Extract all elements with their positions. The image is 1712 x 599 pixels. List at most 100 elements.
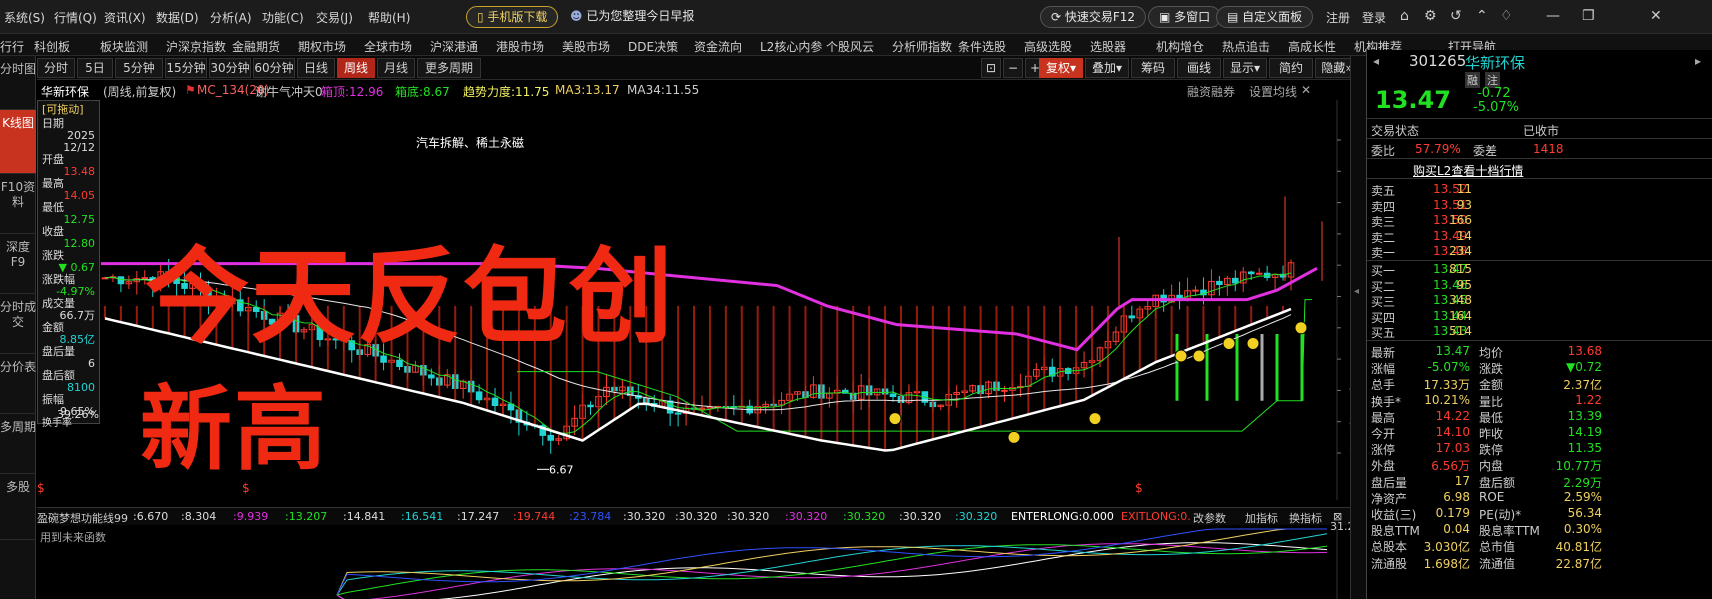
order-level-label: 买一 [1371,264,1396,278]
sub-ind-name[interactable]: 盈碗梦想功能线99 [37,510,128,526]
nav-item[interactable]: 资金流向 [694,38,742,55]
display-button[interactable]: 显示▾ [1223,58,1267,78]
sub-indicator-chart[interactable] [37,525,1484,599]
stat-label: 今开 [1371,427,1396,441]
period-5min[interactable]: 5分钟 [115,58,163,78]
diff-label: 委差 [1473,144,1498,158]
sub-v4: :13.207 [285,510,328,523]
crosshair-info-box[interactable]: [可拖动] 日期 2025 12/12 开盘 13.48 最高 14.05 最低… [37,100,100,429]
period-minute[interactable]: 分时 [37,58,75,78]
period-month[interactable]: 月线 [377,58,415,78]
menu-function[interactable]: 功能(C) [262,9,304,26]
quick-trade-button[interactable]: ⟳ 快速交易F12 [1040,6,1147,28]
menu-analysis[interactable]: 分析(A) [210,9,252,26]
menu-quote[interactable]: 行情(Q) [54,9,97,26]
rail-tab-price-table[interactable]: 分价表 [0,354,36,414]
period-5day[interactable]: 5日 [77,58,113,78]
period-day[interactable]: 日线 [297,58,335,78]
nav-item[interactable]: 沪深京指数 [166,38,226,55]
zoom-out-icon[interactable]: − [1003,58,1023,78]
nav-item[interactable]: 条件选股 [958,38,1006,55]
nav-item[interactable]: L2核心内参 [760,38,822,55]
ma-settings-link[interactable]: 设置均线 [1249,83,1297,100]
multi-window-button[interactable]: ▣ 多窗口 [1148,6,1222,28]
home-icon[interactable]: ⌂ [1400,8,1409,24]
nav-item[interactable]: 热点追击 [1222,38,1270,55]
close-label: 收盘 [42,225,64,238]
register-link[interactable]: 注册 [1326,9,1350,26]
nav-item[interactable]: 美股市场 [562,38,610,55]
rail-tab-f10[interactable]: F10资料 [0,174,36,234]
nav-item[interactable]: 板块监测 [100,38,148,55]
menu-info[interactable]: 资讯(X) [104,9,146,26]
nav-item[interactable]: 高成长性 [1288,38,1336,55]
low-value: 12.75 [63,213,96,226]
sub-series-line [336,544,1328,596]
rail-tab-kline[interactable]: K线图 [0,110,36,174]
nav-item[interactable]: 期权市场 [298,38,346,55]
nav-item[interactable]: 个股风云 [826,38,874,55]
close-value: 12.80 [63,237,96,250]
nav-item[interactable]: 行行 [0,38,24,55]
margin-trading-link[interactable]: 融资融券 [1187,83,1235,100]
rail-tab-trades[interactable]: 分时成交 [0,294,36,354]
chips-button[interactable]: 筹码 [1131,58,1175,78]
skin-icon[interactable]: ♢ [1500,8,1513,24]
rail-tab-minute[interactable]: 分时图 [0,56,36,110]
menu-help[interactable]: 帮助(H) [368,9,410,26]
rail-tab-depth[interactable]: 深度F9 [0,234,36,294]
rail-tab-multi-period[interactable]: 多周期 [0,414,36,474]
nav-item[interactable]: 港股市场 [496,38,544,55]
simple-button[interactable]: 简约 [1269,58,1313,78]
menu-data[interactable]: 数据(D) [156,9,199,26]
restore-rights-button[interactable]: 复权▾ [1039,58,1083,78]
modify-params-link[interactable]: 改参数 [1193,510,1226,526]
rail-tab-multi-stock[interactable]: 多股 [0,474,36,540]
stat-label: 昨收 [1479,427,1504,441]
flag-icon: ⚑ [185,83,196,97]
draw-button[interactable]: 画线 [1177,58,1221,78]
close-indicator-icon[interactable]: ✕ [1301,83,1311,97]
lock-icon[interactable]: ⊡ [981,58,1001,78]
custom-panel-button[interactable]: ▤ 自定义面板 [1216,6,1314,28]
collapse-icon[interactable]: ⌃ [1476,8,1488,24]
nav-item[interactable]: 高级选股 [1024,38,1072,55]
collapse-arrow-icon[interactable]: ◂ [1354,286,1359,297]
period-week[interactable]: 周线 [337,58,375,78]
mobile-download-button[interactable]: ▯ 手机版下载 [466,6,559,28]
nav-item[interactable]: DDE决策 [628,38,678,55]
nav-item[interactable]: 选股器 [1090,38,1126,55]
period-30min[interactable]: 30分钟 [209,58,251,78]
close-icon[interactable]: ✕ [1650,8,1662,24]
nav-item[interactable]: 科创板 [34,38,70,55]
nav-item[interactable]: 沪深港通 [430,38,478,55]
side-scroll-rail[interactable]: ◂ [1350,56,1366,599]
stat-value: 17 [1454,473,1470,488]
menu-trade[interactable]: 交易(J) [316,9,353,26]
nav-item[interactable]: 全球市场 [364,38,412,55]
period-more[interactable]: 更多周期 [417,58,481,78]
restore-icon[interactable]: ❐ [1582,8,1595,24]
login-link[interactable]: 登录 [1362,9,1386,26]
turnover-value: 39.26% [57,408,99,421]
panel-left-icon[interactable]: ◂ [1373,54,1379,68]
overlay-button[interactable]: 叠加▾ [1085,58,1129,78]
minimize-icon[interactable]: — [1546,8,1560,24]
after-vol-label: 盘后量 [42,345,75,358]
after-amt-value: 8100 [67,381,95,394]
nav-item[interactable]: 分析师指数 [892,38,952,55]
l2-upgrade-link[interactable]: 购买L2查看十档行情 [1413,162,1523,179]
smiley-marker [1246,336,1260,350]
switch-indicator-link[interactable]: 换指标 [1289,510,1322,526]
nav-item[interactable]: 金融期货 [232,38,280,55]
morning-report-link[interactable]: ☻ 已为您整理今日早报 [560,6,704,28]
period-60min[interactable]: 60分钟 [253,58,295,78]
menu-system[interactable]: 系统(S) [4,9,45,26]
add-indicator-link[interactable]: 加指标 [1245,510,1278,526]
nav-item[interactable]: 机构增仓 [1156,38,1204,55]
panel-right-icon[interactable]: ▸ [1695,54,1701,68]
back-icon[interactable]: ↺ [1450,8,1462,24]
candle-body [1176,294,1183,299]
period-15min[interactable]: 15分钟 [165,58,207,78]
settings-icon[interactable]: ⚙ [1424,8,1437,24]
